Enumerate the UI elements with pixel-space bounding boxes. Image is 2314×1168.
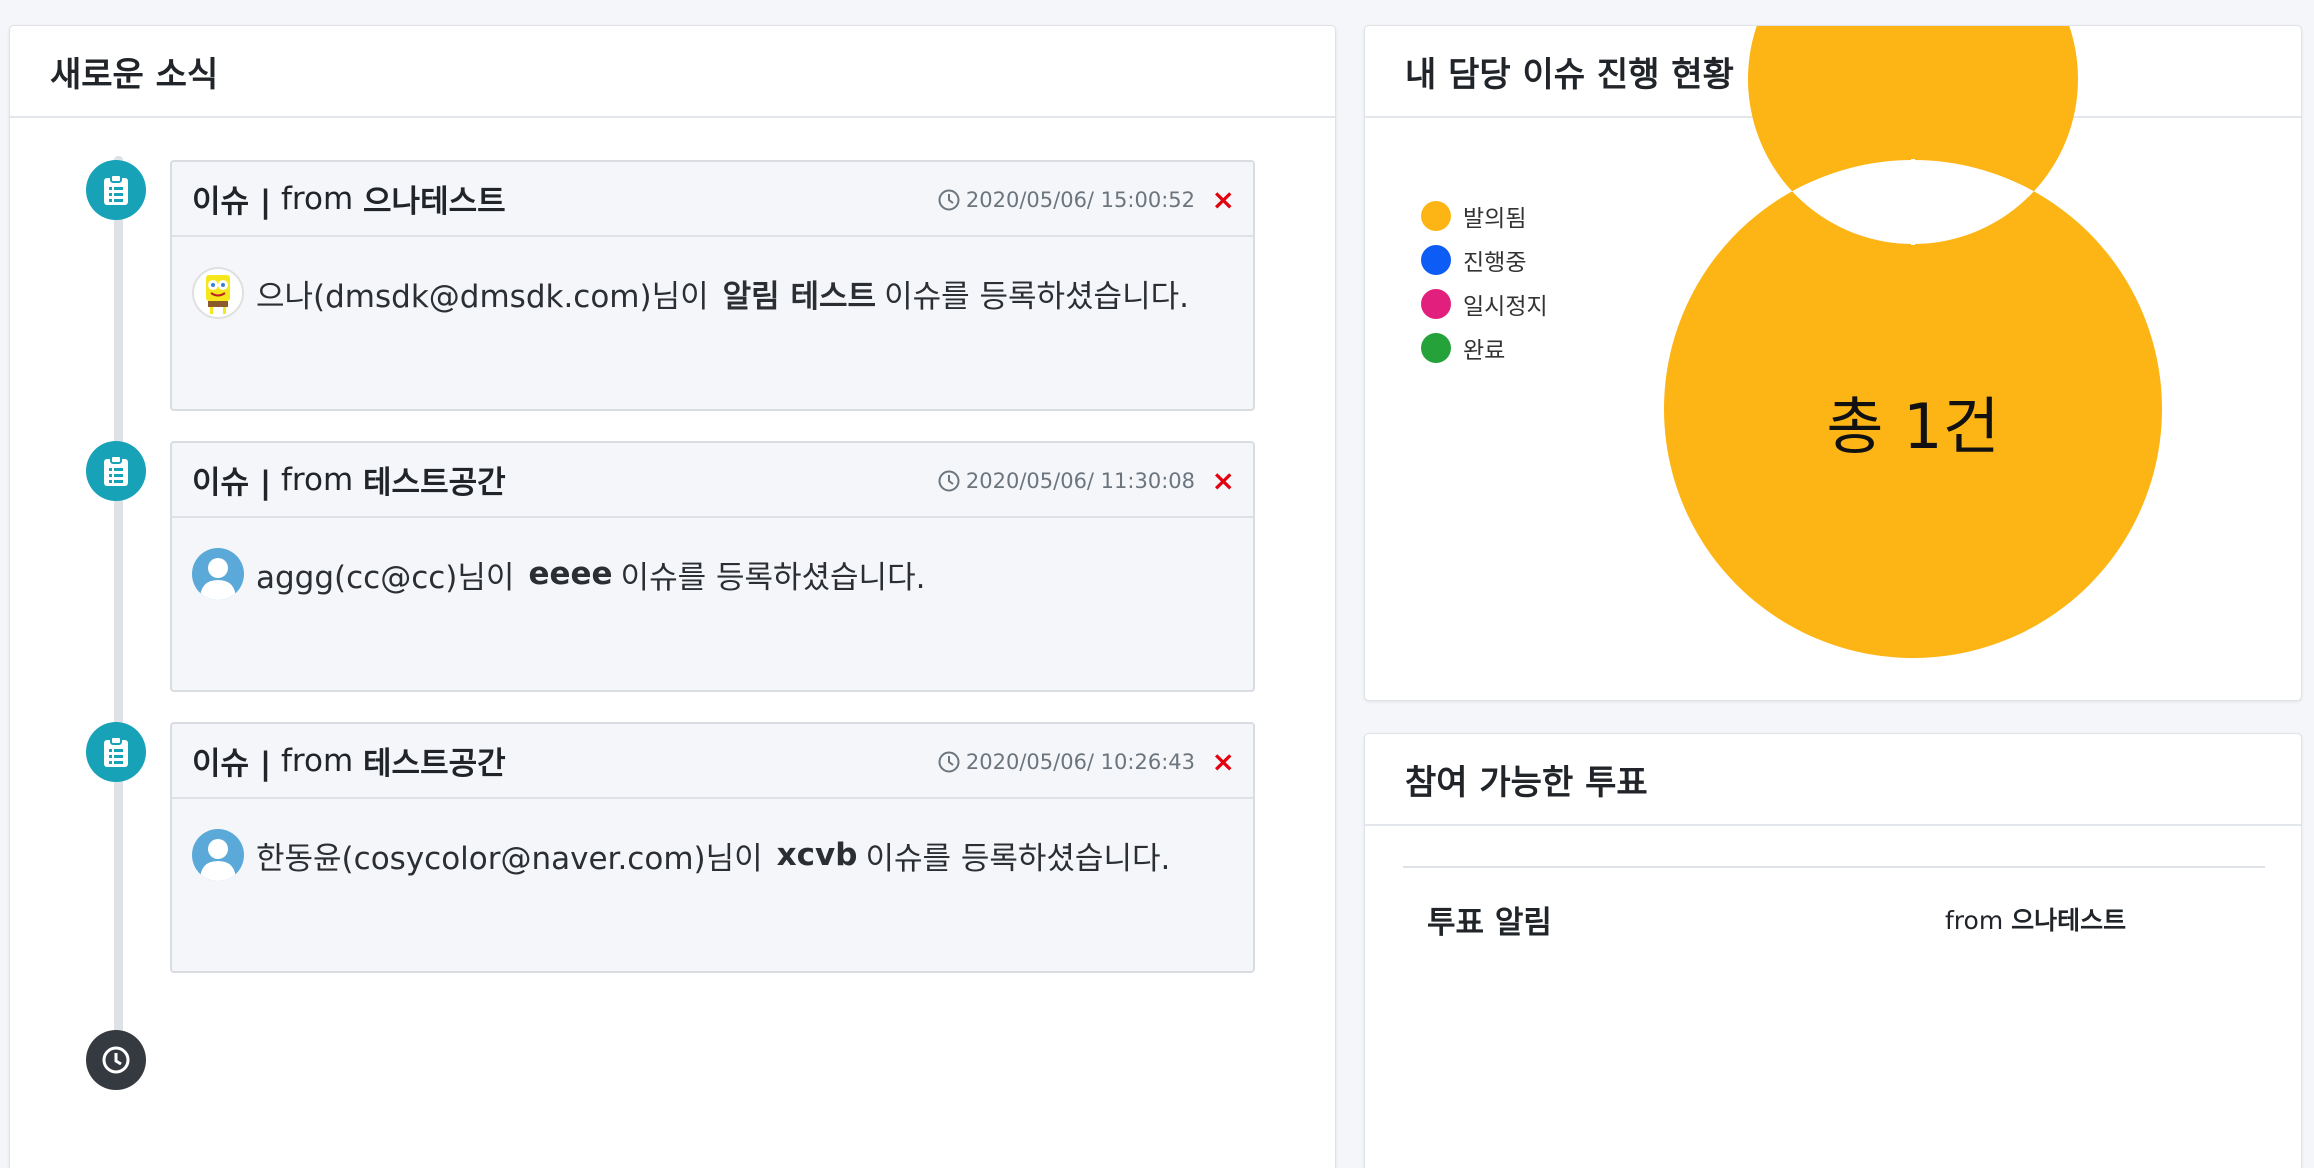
clock-icon: [938, 751, 960, 772]
default-avatar[interactable]: [192, 829, 244, 881]
item-from-word: from: [281, 180, 354, 217]
timeline-item-body: 으나(dmsdk@dmsdk.com)님이 알림 테스트 이슈를 등록하셨습니다…: [172, 237, 1253, 319]
close-icon[interactable]: ×: [1212, 162, 1235, 237]
vote-item-source: 으나테스트: [2011, 906, 2127, 935]
timeline-item-header: 이슈 | from 테스트공간 2020/05/06/ 10:26:43 ×: [172, 724, 1253, 799]
vote-divider: [1403, 866, 2265, 868]
item-source-link[interactable]: 으나테스트: [363, 176, 506, 221]
donut-center-label: 총 1건: [1826, 390, 1999, 463]
clock-icon: [86, 1030, 146, 1090]
item-type-label: 이슈 |: [192, 184, 272, 220]
timeline-item: 이슈 | from 테스트공간 2020/05/06/ 10:26:43 × 한…: [170, 722, 1255, 973]
item-suffix: 이슈를 등록하셨습니다.: [620, 559, 926, 596]
clipboard-icon: [86, 160, 146, 220]
spongebob-avatar[interactable]: [192, 267, 244, 319]
vote-from-word: from: [1945, 906, 2004, 935]
item-type-label: 이슈 |: [192, 746, 272, 782]
default-avatar[interactable]: [192, 548, 244, 600]
item-timestamp: 2020/05/06/ 11:30:08: [938, 443, 1195, 518]
clock-icon: [938, 470, 960, 491]
timeline-item-body: aggg(cc@cc)님이 eeee 이슈를 등록하셨습니다.: [172, 518, 1253, 600]
timeline-item-header: 이슈 | from 으나테스트 2020/05/06/ 15:00:52 ×: [172, 162, 1253, 237]
clipboard-icon: [86, 722, 146, 782]
item-from-word: from: [281, 742, 354, 779]
timeline-item-body: 한동윤(cosycolor@naver.com)님이 xcvb 이슈를 등록하셨…: [172, 799, 1253, 881]
vote-item-title[interactable]: 투표 알림: [1427, 897, 1552, 942]
item-user: 으나(dmsdk@dmsdk.com)님이: [256, 278, 709, 315]
item-issue-link[interactable]: xcvb: [777, 837, 858, 873]
timeline-item: 이슈 | from 으나테스트 2020/05/06/ 15:00:52 × 으…: [170, 160, 1255, 411]
donut-slice-0[interactable]: [1664, 26, 2162, 658]
item-time-text: 2020/05/06/ 15:00:52: [965, 187, 1195, 212]
close-icon[interactable]: ×: [1212, 443, 1235, 518]
news-card: 새로운 소식 이슈 | from 으나테스트 2020/05/06/ 15:00…: [9, 25, 1336, 1168]
clock-icon: [938, 189, 960, 210]
item-source-link[interactable]: 테스트공간: [363, 457, 506, 502]
vote-item-from: from 으나테스트: [1945, 901, 2126, 937]
clipboard-icon: [86, 441, 146, 501]
item-issue-link[interactable]: eeee: [528, 556, 612, 592]
item-type-label: 이슈 |: [192, 465, 272, 501]
news-card-title: 새로운 소식: [10, 26, 1335, 118]
timeline-line: [114, 156, 123, 1036]
timeline-item-header: 이슈 | from 테스트공간 2020/05/06/ 11:30:08 ×: [172, 443, 1253, 518]
timeline-item: 이슈 | from 테스트공간 2020/05/06/ 11:30:08 × a…: [170, 441, 1255, 692]
close-icon[interactable]: ×: [1212, 724, 1235, 799]
item-timestamp: 2020/05/06/ 15:00:52: [938, 162, 1195, 237]
item-user: 한동윤(cosycolor@naver.com)님이: [256, 840, 763, 877]
item-suffix: 이슈를 등록하셨습니다.: [865, 840, 1171, 877]
vote-card-title: 참여 가능한 투표: [1365, 734, 2301, 826]
item-from-word: from: [281, 461, 354, 498]
item-source-link[interactable]: 테스트공간: [363, 738, 506, 783]
item-user: aggg(cc@cc)님이: [256, 559, 515, 596]
donut-chart: 총 1건: [1664, 26, 2162, 658]
item-timestamp: 2020/05/06/ 10:26:43: [938, 724, 1195, 799]
item-suffix: 이슈를 등록하셨습니다.: [884, 278, 1189, 315]
item-time-text: 2020/05/06/ 10:26:43: [965, 749, 1195, 774]
vote-card: 참여 가능한 투표 투표 알림 from 으나테스트: [1364, 733, 2302, 1168]
item-issue-link[interactable]: 알림 테스트: [723, 271, 876, 316]
item-time-text: 2020/05/06/ 11:30:08: [965, 468, 1195, 493]
status-card: 내 담당 이슈 진행 현황 발의됨 진행중 일시정지 완료 총 1건: [1364, 25, 2302, 701]
vote-item[interactable]: 투표 알림 from 으나테스트: [1427, 894, 2227, 944]
